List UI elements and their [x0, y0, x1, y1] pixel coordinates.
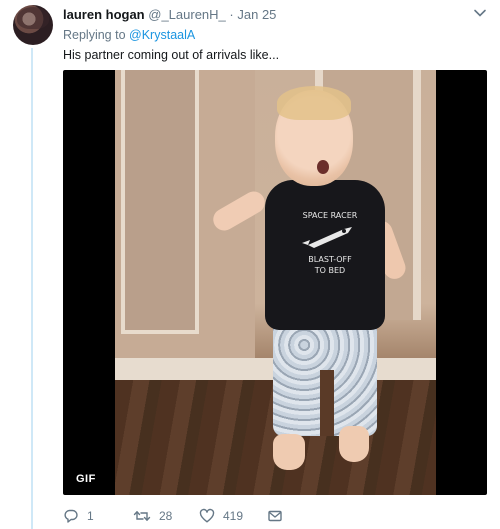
shirt-text-2: BLAST-OFF: [308, 255, 352, 264]
baby-foot-left: [273, 434, 305, 470]
retweet-icon: [133, 511, 151, 521]
avatar[interactable]: [13, 5, 53, 45]
reply-icon: [64, 509, 78, 523]
replying-to: Replying to @KrystaalA: [63, 28, 195, 42]
tweet-date[interactable]: Jan 25: [237, 7, 276, 22]
tweet-text: His partner coming out of arrivals like.…: [63, 48, 280, 62]
chevron-down-icon[interactable]: [473, 6, 487, 23]
tweet-actions: 1 28 419: [63, 507, 363, 525]
baby-mouth: [317, 160, 329, 174]
gif-media[interactable]: SPACE RACER BLAST-OFF TO BED GIF: [63, 70, 487, 495]
rocket-icon: [302, 227, 352, 248]
thread-line: [31, 48, 33, 529]
replying-prefix: Replying to: [63, 28, 126, 42]
direct-message-button[interactable]: [267, 507, 283, 525]
author-handle[interactable]: @_LaurenH_: [148, 7, 226, 22]
shirt-print: SPACE RACER BLAST-OFF TO BED: [295, 210, 365, 280]
gif-scene: SPACE RACER BLAST-OFF TO BED: [115, 70, 436, 495]
shirt-text-3: TO BED: [314, 266, 346, 275]
avatar-hair: [17, 7, 49, 29]
replying-handle-link[interactable]: @KrystaalA: [129, 28, 195, 42]
reply-button[interactable]: 1: [63, 507, 94, 525]
retweet-button[interactable]: 28: [133, 507, 172, 525]
envelope-icon: [268, 510, 282, 522]
retweet-count: 28: [159, 509, 173, 523]
like-button[interactable]: 419: [199, 507, 243, 525]
heart-icon: [199, 508, 215, 523]
door-left: [121, 70, 199, 334]
author-name[interactable]: lauren hogan: [63, 7, 145, 22]
reply-count: 1: [87, 509, 94, 523]
gif-badge: GIF: [69, 470, 103, 488]
tweet-header: lauren hogan @_LaurenH_ · Jan 25: [63, 7, 276, 23]
shirt-text-1: SPACE RACER: [302, 211, 358, 220]
baby-foot-right: [339, 426, 369, 462]
baby-hair: [277, 86, 351, 120]
leg-gap: [320, 370, 334, 436]
tweet-card: lauren hogan @_LaurenH_ · Jan 25 Replyin…: [0, 0, 500, 529]
like-count: 419: [223, 509, 244, 523]
date-separator: ·: [229, 7, 234, 22]
